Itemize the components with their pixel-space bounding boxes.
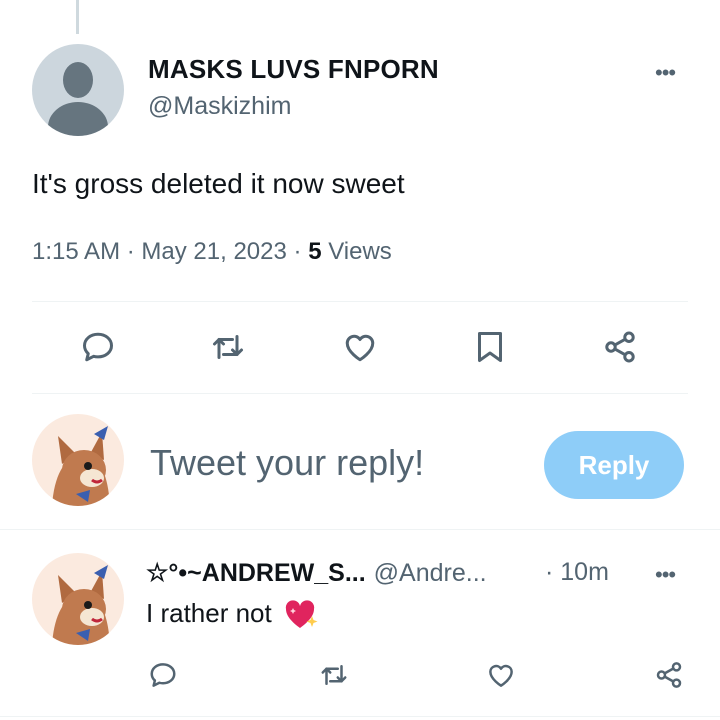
reply-icon[interactable] [76, 325, 120, 369]
reply-input[interactable]: Tweet your reply! [150, 442, 424, 484]
tweet-meta: 1:15 AM · May 21, 2023 · 5 Views [32, 238, 392, 266]
reply-author-name[interactable]: ☆°•~ANDREW_S... [146, 559, 366, 587]
reply-share-icon[interactable] [647, 653, 691, 697]
sparkling-heart-icon [285, 600, 318, 629]
reply-retweet-icon[interactable] [312, 653, 356, 697]
reply-like-icon[interactable] [479, 653, 523, 697]
default-avatar-head [63, 62, 93, 98]
divider [32, 393, 688, 394]
tweet-date[interactable]: May 21, 2023 [141, 238, 286, 265]
reply-time[interactable]: · 10m [545, 558, 609, 587]
author-handle[interactable]: @Maskizhim [148, 92, 291, 121]
default-avatar-body [48, 102, 108, 136]
author-name[interactable]: MASKS LUVS FNPORN [148, 54, 439, 85]
divider [0, 716, 720, 717]
reply-text: I rather not [146, 598, 272, 628]
reply-header: ☆°•~ANDREW_S... @Andre... [146, 558, 487, 588]
share-icon[interactable] [598, 325, 642, 369]
like-icon[interactable] [338, 325, 382, 369]
bookmark-icon[interactable] [468, 325, 512, 369]
reply-more-options-icon[interactable]: ••• [655, 562, 676, 588]
reply-reply-icon[interactable] [141, 653, 185, 697]
divider [0, 529, 720, 530]
thread-connector-line [76, 0, 79, 34]
tweet-time[interactable]: 1:15 AM [32, 238, 120, 265]
retweet-icon[interactable] [206, 325, 250, 369]
views-count: 5 [308, 238, 322, 265]
more-options-icon[interactable]: ••• [655, 60, 676, 86]
meta-separator: · [126, 238, 135, 265]
reply-text-row: I rather not [146, 598, 319, 630]
reply-author-avatar[interactable] [32, 553, 124, 645]
reply-author-handle[interactable]: @Andre... [374, 559, 487, 587]
divider [32, 301, 688, 302]
reply-button[interactable]: Reply [544, 431, 684, 499]
meta-separator: · [293, 238, 302, 265]
views-label: Views [328, 238, 392, 265]
tweet-text: It's gross deleted it now sweet [32, 168, 405, 199]
current-user-avatar[interactable] [32, 414, 124, 506]
author-avatar[interactable] [32, 44, 124, 136]
